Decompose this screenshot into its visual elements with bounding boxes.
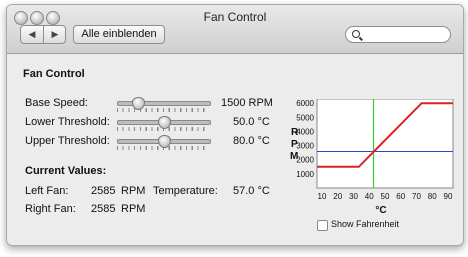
x-tick-label: 30 [349, 192, 358, 201]
x-tick-label: 60 [396, 192, 405, 201]
fan-control-window: Fan Control ◀ ▶ Alle einblenden Fan Cont… [6, 4, 464, 246]
x-tick-label: 40 [365, 192, 374, 201]
x-axis-label: °C [375, 205, 386, 216]
preference-pane: Fan Control Base Speed: 1500 RPM Lower T… [7, 54, 463, 245]
search-field[interactable] [345, 26, 451, 43]
base-speed-slider[interactable] [117, 97, 211, 113]
upper-threshold-label: Upper Threshold: [25, 135, 110, 147]
x-tick-label: 80 [428, 192, 437, 201]
current-values-heading: Current Values: [25, 165, 107, 177]
temperature-value: 57.0 °C [233, 185, 270, 197]
upper-threshold-slider[interactable] [117, 135, 211, 151]
title-bar: Fan Control ◀ ▶ Alle einblenden [7, 5, 463, 54]
show-fahrenheit-checkbox[interactable] [317, 220, 328, 231]
fan-curve-chart: R P M °C 10002000300040005000600010 20 30 4… [290, 99, 454, 216]
right-fan-unit: RPM [121, 203, 146, 215]
lower-threshold-label: Lower Threshold: [25, 116, 110, 128]
x-tick-label: 90 [444, 192, 453, 201]
lower-threshold-slider[interactable] [117, 116, 211, 132]
plot-area [316, 99, 454, 189]
base-speed-label: Base Speed: [25, 97, 88, 109]
y-tick-label: 3000 [296, 142, 314, 151]
search-icon [352, 30, 360, 38]
temperature-label: Temperature: [153, 185, 218, 197]
upper-threshold-value: 80.0 °C [233, 135, 270, 147]
x-tick-label: 20 [333, 192, 342, 201]
back-forward-control: ◀ ▶ [20, 25, 66, 44]
back-arrow-icon[interactable]: ◀ [21, 26, 43, 43]
pane-heading: Fan Control [23, 68, 85, 80]
slider-ticks [117, 108, 209, 112]
right-fan-label: Right Fan: [25, 203, 76, 215]
lower-threshold-value: 50.0 °C [233, 116, 270, 128]
y-tick-label: 6000 [296, 99, 314, 108]
show-all-button[interactable]: Alle einblenden [73, 25, 165, 44]
show-fahrenheit-label: Show Fahrenheit [331, 219, 400, 229]
x-tick-label: 70 [412, 192, 421, 201]
slider-track [117, 101, 211, 106]
y-tick-label: 2000 [296, 156, 314, 165]
left-fan-value: 2585 [91, 185, 116, 197]
y-tick-label: 1000 [296, 170, 314, 179]
base-speed-value: 1500 RPM [221, 97, 273, 109]
left-fan-unit: RPM [121, 185, 146, 197]
left-fan-label: Left Fan: [25, 185, 69, 197]
window-title: Fan Control [203, 10, 267, 24]
forward-arrow-icon[interactable]: ▶ [44, 26, 66, 43]
x-tick-label: 10 [318, 192, 327, 201]
y-tick-label: 5000 [296, 113, 314, 122]
x-tick-label: 50 [381, 192, 390, 201]
y-tick-label: 4000 [296, 127, 314, 136]
right-fan-value: 2585 [91, 203, 116, 215]
